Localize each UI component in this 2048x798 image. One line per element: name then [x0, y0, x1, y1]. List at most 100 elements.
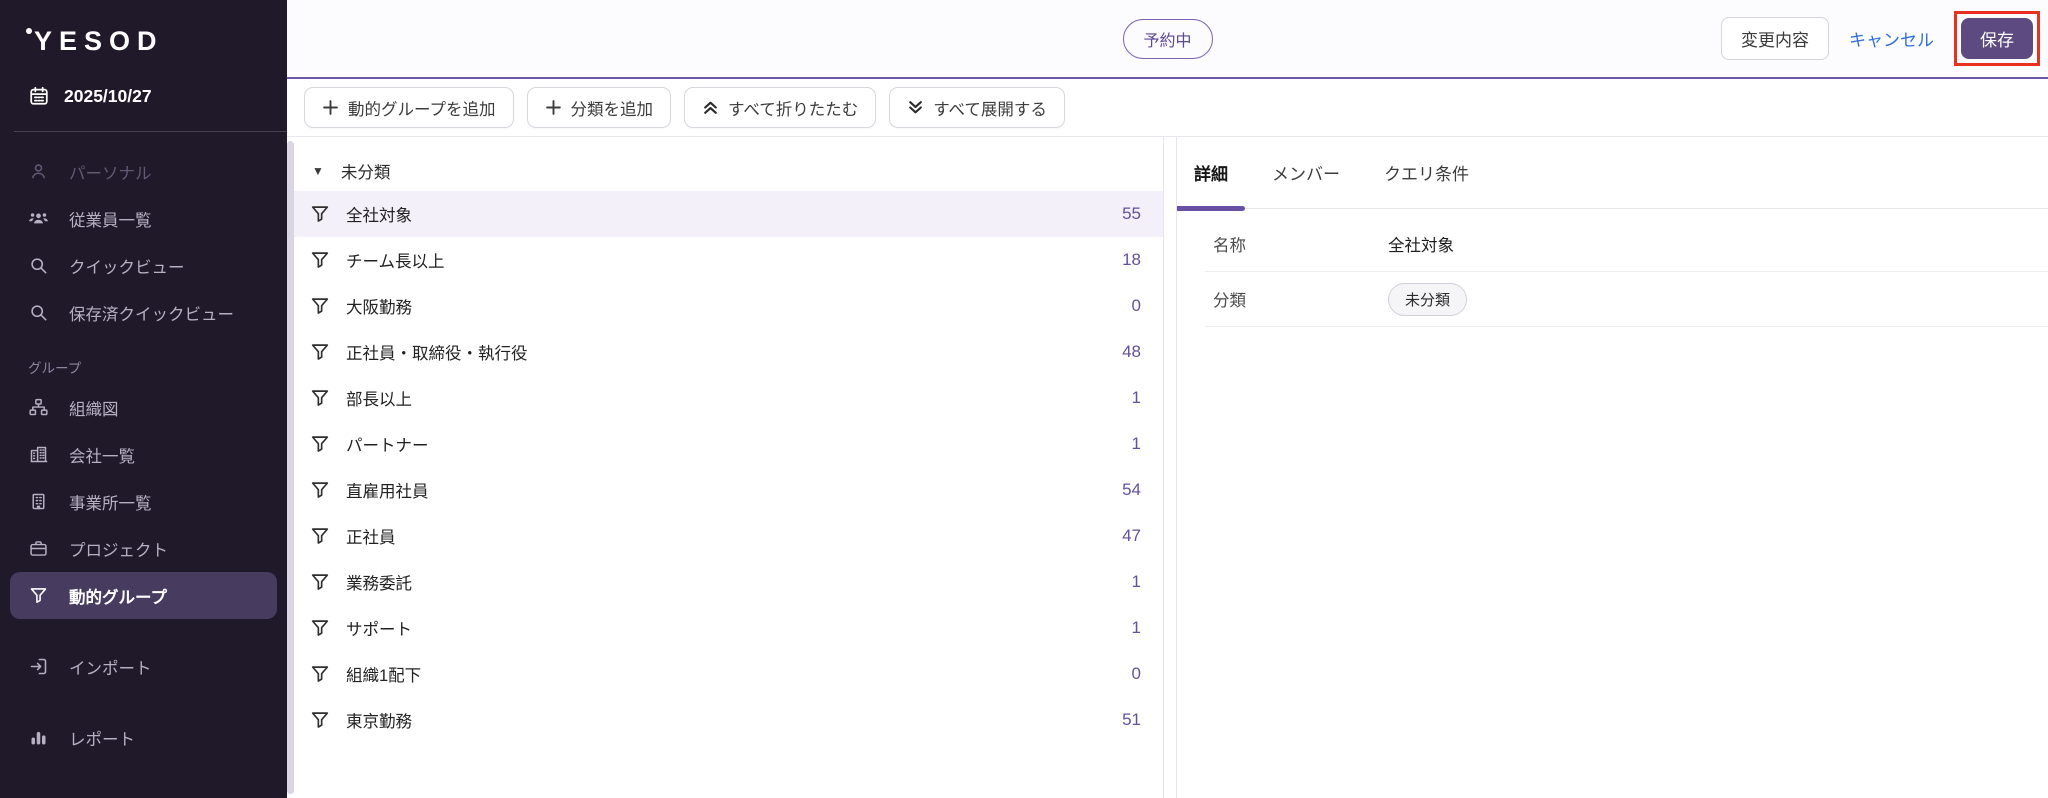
collapse-all-button[interactable]: すべて折りたたむ	[684, 87, 877, 128]
expand-all-button[interactable]: すべて展開する	[889, 87, 1065, 128]
app-root: YESOD 2025/10/27 パーソナル 従業員一覧 クイックビュー 保存済…	[0, 0, 2048, 798]
group-row[interactable]: 業務委託 1	[294, 559, 1163, 605]
sidebar-item-dynamic-groups[interactable]: 動的グループ	[10, 572, 277, 619]
funnel-icon	[311, 436, 329, 452]
building-icon	[32, 493, 45, 510]
group-row[interactable]: 正社員・取締役・執行役 48	[294, 329, 1163, 375]
search-icon	[31, 305, 47, 321]
add-dynamic-group-button[interactable]: 動的グループを追加	[304, 87, 514, 128]
list-scrollbar[interactable]	[287, 141, 294, 794]
group-name: チーム長以上	[346, 253, 445, 271]
sidebar-item-label: パーソナル	[69, 164, 152, 183]
tab-query-conditions[interactable]: クエリ条件	[1367, 137, 1486, 209]
sidebar-item-reports[interactable]: レポート	[0, 714, 287, 761]
group-name: 大阪勤務	[346, 299, 412, 317]
person-icon	[32, 164, 45, 179]
content-split: ▼ 未分類 全社対象 55 チーム長以上 18 大阪勤務 0 正社員・取締役・執…	[287, 137, 2048, 798]
save-annotation-highlight: 保存	[1954, 11, 2040, 66]
tab-members[interactable]: メンバー	[1255, 137, 1357, 209]
plus-icon	[323, 100, 338, 115]
group-row[interactable]: 東京勤務 51	[294, 697, 1163, 743]
chevrons-up-icon	[704, 101, 717, 114]
group-row[interactable]: 組織1配下 0	[294, 651, 1163, 697]
funnel-icon	[311, 482, 329, 498]
panel-splitter[interactable]	[1163, 137, 1177, 798]
group-name: 全社対象	[346, 207, 412, 225]
sidebar-item-label: インポート	[69, 659, 152, 678]
group-name: 直雇用社員	[346, 483, 429, 501]
add-category-button[interactable]: 分類を追加	[526, 87, 672, 128]
group-count: 1	[1131, 572, 1141, 591]
sidebar-item-quick-view[interactable]: クイックビュー	[0, 242, 287, 289]
sidebar-item-label: プロジェクト	[69, 541, 168, 560]
funnel-icon	[311, 344, 329, 360]
group-name: 東京勤務	[346, 713, 412, 731]
funnel-icon	[311, 574, 329, 590]
field-value-name: 全社対象	[1388, 237, 1454, 255]
sidebar-item-label: 保存済クイックビュー	[69, 305, 234, 324]
sidebar-item-label: 会社一覧	[69, 447, 135, 466]
group-row[interactable]: 正社員 47	[294, 513, 1163, 559]
group-name: パートナー	[346, 437, 429, 455]
groups-list-panel: ▼ 未分類 全社対象 55 チーム長以上 18 大阪勤務 0 正社員・取締役・執…	[294, 137, 1163, 798]
current-date: 2025/10/27	[64, 85, 152, 106]
tab-details[interactable]: 詳細	[1177, 137, 1245, 211]
button-label: 分類を追加	[570, 100, 654, 119]
group-count: 51	[1122, 710, 1141, 729]
category-label: 未分類	[340, 164, 391, 182]
funnel-icon	[311, 206, 329, 222]
logo-text: YESOD	[34, 26, 164, 56]
org-chart-icon	[29, 398, 48, 416]
group-row[interactable]: 全社対象 55	[294, 191, 1163, 237]
sidebar-section-groups: グループ	[28, 361, 82, 376]
sidebar-item-label: クイックビュー	[69, 258, 185, 277]
button-label: 動的グループを追加	[348, 100, 496, 119]
sidebar-divider	[14, 131, 287, 132]
button-label: すべて展開する	[933, 100, 1047, 119]
group-count: 48	[1122, 342, 1141, 361]
sidebar-item-employees[interactable]: 従業員一覧	[0, 195, 287, 242]
funnel-icon	[311, 390, 329, 406]
group-count: 1	[1131, 434, 1141, 453]
sidebar-item-saved-quick-view[interactable]: 保存済クイックビュー	[0, 289, 287, 336]
status-badge: 予約中	[1122, 18, 1213, 59]
cancel-link[interactable]: キャンセル	[1849, 26, 1934, 51]
sidebar-item-companies[interactable]: 会社一覧	[0, 431, 287, 478]
group-row[interactable]: 部長以上 1	[294, 375, 1163, 421]
date-picker[interactable]: 2025/10/27	[0, 85, 287, 107]
group-count: 1	[1131, 618, 1141, 637]
group-name: 業務委託	[346, 575, 412, 593]
sidebar-item-offices[interactable]: 事業所一覧	[0, 478, 287, 525]
funnel-icon	[311, 666, 329, 682]
group-name: 正社員・取締役・執行役	[346, 345, 528, 363]
group-row[interactable]: 直雇用社員 54	[294, 467, 1163, 513]
sidebar-item-org-chart[interactable]: 組織図	[0, 384, 287, 431]
group-row[interactable]: サポート 1	[294, 605, 1163, 651]
group-count: 18	[1122, 250, 1141, 269]
sidebar-item-personal[interactable]: パーソナル	[0, 148, 287, 195]
briefcase-icon	[30, 541, 47, 556]
sidebar-item-import[interactable]: インポート	[0, 643, 287, 690]
funnel-icon	[311, 620, 329, 636]
buildings-icon	[30, 446, 48, 463]
group-row[interactable]: パートナー 1	[294, 421, 1163, 467]
group-row[interactable]: 大阪勤務 0	[294, 283, 1163, 329]
sidebar-item-label: 動的グループ	[69, 588, 168, 607]
category-header-uncategorized[interactable]: ▼ 未分類	[294, 151, 1163, 191]
category-badge: 未分類	[1388, 282, 1468, 316]
app-logo: YESOD	[0, 0, 287, 57]
sidebar-item-label: レポート	[69, 730, 135, 749]
group-count: 55	[1122, 204, 1141, 223]
group-name: サポート	[346, 621, 412, 639]
bar-chart-icon	[31, 731, 46, 745]
group-row[interactable]: チーム長以上 18	[294, 237, 1163, 283]
changes-button[interactable]: 変更内容	[1721, 17, 1829, 60]
sidebar: YESOD 2025/10/27 パーソナル 従業員一覧 クイックビュー 保存済…	[0, 0, 287, 798]
sidebar-item-projects[interactable]: プロジェクト	[0, 525, 287, 572]
plus-icon	[545, 100, 561, 115]
group-name: 組織1配下	[346, 667, 422, 685]
save-button[interactable]: 保存	[1961, 18, 2033, 59]
main-area: 予約中 変更内容 キャンセル 保存 動的グループを追加 分類を追加 すべて折りた…	[287, 0, 2048, 798]
logo-dot-icon	[26, 28, 32, 34]
funnel-icon	[311, 252, 329, 268]
